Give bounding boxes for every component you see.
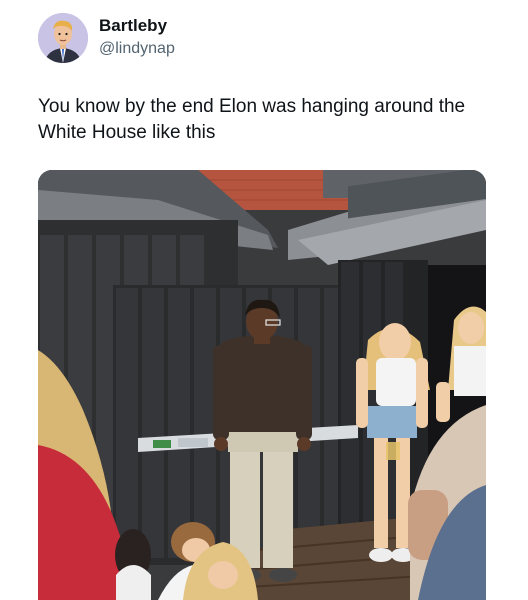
tweet-photo[interactable] [38,170,486,600]
author-display-name[interactable]: Bartleby [99,16,167,36]
tweet-card: Bartleby @lindynap You know by the end E… [0,0,528,600]
tweet-text: You know by the end Elon was hanging aro… [38,96,466,143]
photo-image [38,170,486,600]
avatar-illustration-icon [38,13,88,63]
author-handle[interactable]: @lindynap [99,40,175,58]
avatar[interactable] [38,13,88,63]
